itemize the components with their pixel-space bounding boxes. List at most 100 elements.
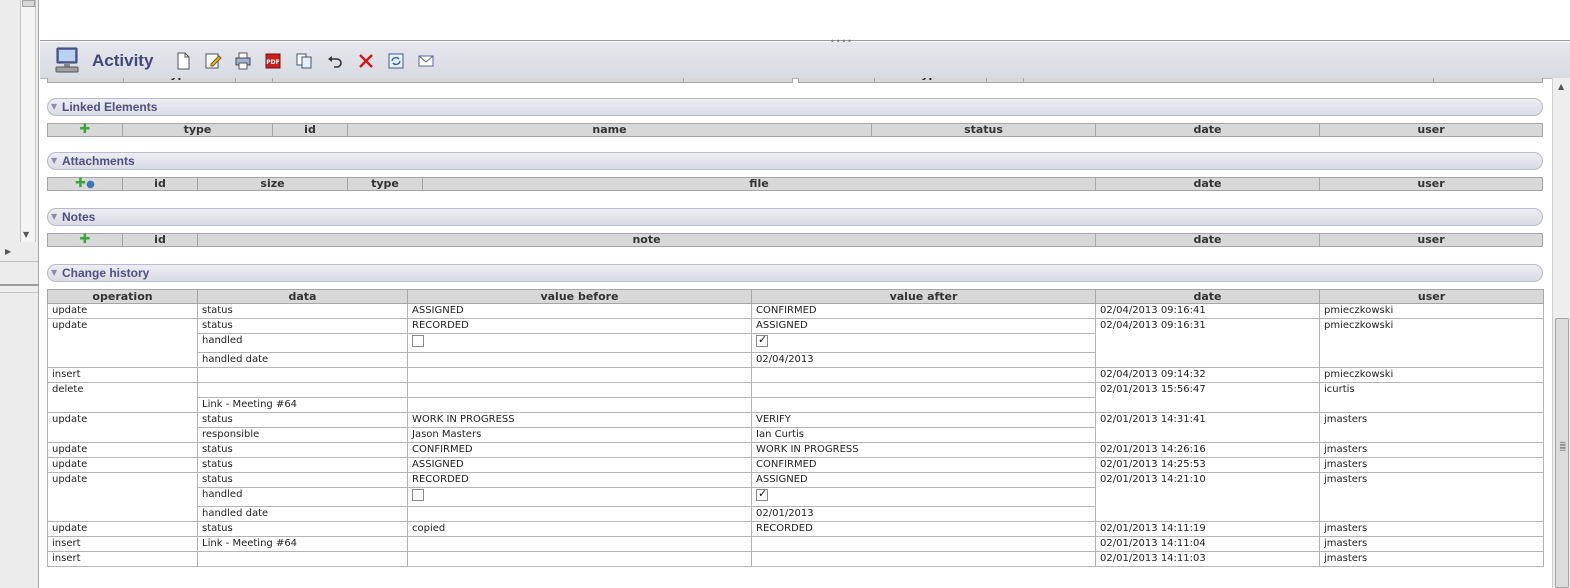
history-value-before — [407, 352, 752, 368]
section-linked-elements[interactable]: ▼ Linked Elements — [47, 98, 1543, 116]
history-row: delete 02/01/2013 15:56:47 icurtis — [47, 382, 1544, 413]
history-date: 02/01/2013 14:11:19 — [1095, 521, 1320, 537]
history-value-after: CONFIRMED — [751, 303, 1096, 319]
page-title: Activity — [92, 51, 154, 70]
col-note[interactable]: note — [198, 234, 1096, 246]
scroll-down-arrow-icon[interactable]: ▼ — [23, 230, 29, 239]
col-id[interactable]: id — [123, 234, 198, 246]
pdf-icon[interactable]: PDF — [264, 52, 282, 70]
expand-right-arrow-icon[interactable]: ▶ — [5, 247, 11, 256]
new-icon[interactable] — [174, 52, 192, 70]
history-data: responsible — [197, 427, 408, 443]
undo-icon[interactable] — [326, 52, 344, 70]
col-value-before[interactable]: value before — [407, 289, 752, 304]
history-date: 02/01/2013 14:26:16 — [1095, 442, 1320, 458]
add-linked-element-button[interactable]: ✚ — [48, 122, 123, 137]
col-date[interactable]: date — [1095, 289, 1320, 304]
left-panel: ▼ ▶ — [0, 0, 39, 588]
history-user: jmasters — [1319, 551, 1544, 567]
mail-icon[interactable] — [417, 52, 435, 70]
left-scrollbar[interactable]: ▼ — [20, 0, 36, 242]
history-value-after — [751, 397, 1096, 413]
history-user: jmasters — [1319, 457, 1544, 473]
attachments-header: ✚● id size type file date user — [47, 177, 1543, 191]
history-operation: insert — [47, 536, 198, 552]
section-notes[interactable]: ▼ Notes — [47, 208, 1543, 226]
main-vertical-scrollbar[interactable]: ▲ = = = — [1552, 78, 1570, 588]
history-value-after: ASSIGNED — [751, 318, 1096, 334]
col-operation[interactable]: operation — [47, 289, 198, 304]
col-size[interactable]: size — [198, 178, 348, 190]
history-user: pmieczkowski — [1319, 367, 1544, 383]
scroll-up-arrow-icon[interactable]: ▲ — [1558, 82, 1564, 91]
history-date: 02/01/2013 14:25:53 — [1095, 457, 1320, 473]
col-id[interactable]: id — [273, 124, 348, 136]
partial-header-left-status: status — [683, 78, 793, 82]
history-date: 02/04/2013 09:14:32 — [1095, 367, 1320, 383]
print-icon[interactable] — [234, 52, 252, 70]
checked-checkbox — [756, 489, 768, 501]
history-row: update status RECORDED ASSIGNED 02/04/2013 0… — [47, 318, 1544, 368]
col-date[interactable]: date — [1096, 178, 1320, 190]
col-status[interactable]: status — [872, 124, 1096, 136]
section-change-history[interactable]: ▼ Change history — [47, 264, 1543, 282]
history-row: insert 02/01/2013 14:11:03 jmasters — [47, 551, 1544, 567]
collapse-chevron-icon[interactable]: ▼ — [51, 156, 57, 165]
history-user: jmasters — [1319, 472, 1544, 522]
history-user: jmasters — [1319, 536, 1544, 552]
collapse-chevron-icon[interactable]: ▼ — [51, 102, 57, 111]
history-date: 02/04/2013 09:16:41 — [1095, 303, 1320, 319]
partial-header-left-add — [48, 78, 124, 82]
col-date[interactable]: date — [1096, 124, 1320, 136]
col-type[interactable]: type — [123, 124, 273, 136]
refresh-icon[interactable] — [387, 52, 405, 70]
left-scrollbar-thumb[interactable] — [22, 0, 35, 7]
history-user: pmieczkowski — [1319, 303, 1544, 319]
collapse-chevron-icon[interactable]: ▼ — [51, 268, 57, 277]
add-icon[interactable]: ✚ — [80, 232, 91, 247]
main-scrollbar-thumb[interactable]: = = = — [1555, 318, 1569, 588]
add-note-button[interactable]: ✚ — [48, 232, 123, 247]
unchecked-checkbox — [412, 489, 424, 501]
history-date: 02/01/2013 14:11:03 — [1095, 551, 1320, 567]
col-type[interactable]: type — [348, 178, 423, 190]
col-value-after[interactable]: value after — [751, 289, 1096, 304]
col-date[interactable]: date — [1096, 234, 1320, 246]
section-attachments[interactable]: ▼ Attachments — [47, 152, 1543, 170]
edit-icon[interactable] — [204, 52, 222, 70]
history-user: pmieczkowski — [1319, 318, 1544, 368]
partial-header-left-name: name — [272, 78, 684, 82]
history-user: jmasters — [1319, 442, 1544, 458]
col-name[interactable]: name — [348, 124, 872, 136]
add-attachment-icon[interactable]: ✚ — [75, 176, 86, 191]
checked-checkbox — [756, 335, 768, 347]
link-attachment-icon[interactable]: ● — [86, 179, 95, 190]
history-value-before: RECORDED — [407, 472, 752, 488]
copy-icon[interactable] — [295, 52, 313, 70]
history-row: insert Link - Meeting #64 02/01/2013 14:11… — [47, 536, 1544, 552]
add-icon[interactable]: ✚ — [80, 122, 91, 137]
history-operation: update — [47, 472, 198, 522]
col-id[interactable]: id — [123, 178, 198, 190]
history-value-before — [407, 382, 752, 398]
history-data: Link - Meeting #64 — [197, 397, 408, 413]
col-user[interactable]: user — [1319, 289, 1544, 304]
partial-header-right: type id name status — [798, 78, 1543, 83]
history-value-after: 02/01/2013 — [751, 506, 1096, 522]
history-value-after — [751, 367, 1096, 383]
history-row: update status ASSIGNED CONFIRMED 02/04/2013 … — [47, 303, 1544, 319]
delete-icon[interactable] — [357, 52, 375, 70]
col-user[interactable]: user — [1320, 234, 1542, 246]
history-value-before: ASSIGNED — [407, 457, 752, 473]
col-user[interactable]: user — [1320, 178, 1542, 190]
history-value-after: Ian Curtis — [751, 427, 1096, 443]
history-date: 02/01/2013 14:31:41 — [1095, 412, 1320, 443]
history-data: status — [197, 442, 408, 458]
col-data[interactable]: data — [197, 289, 408, 304]
col-user[interactable]: user — [1320, 124, 1542, 136]
col-file[interactable]: file — [423, 178, 1096, 190]
history-data: status — [197, 303, 408, 319]
history-operation: delete — [47, 382, 198, 413]
history-data: status — [197, 472, 408, 488]
collapse-chevron-icon[interactable]: ▼ — [51, 212, 57, 221]
